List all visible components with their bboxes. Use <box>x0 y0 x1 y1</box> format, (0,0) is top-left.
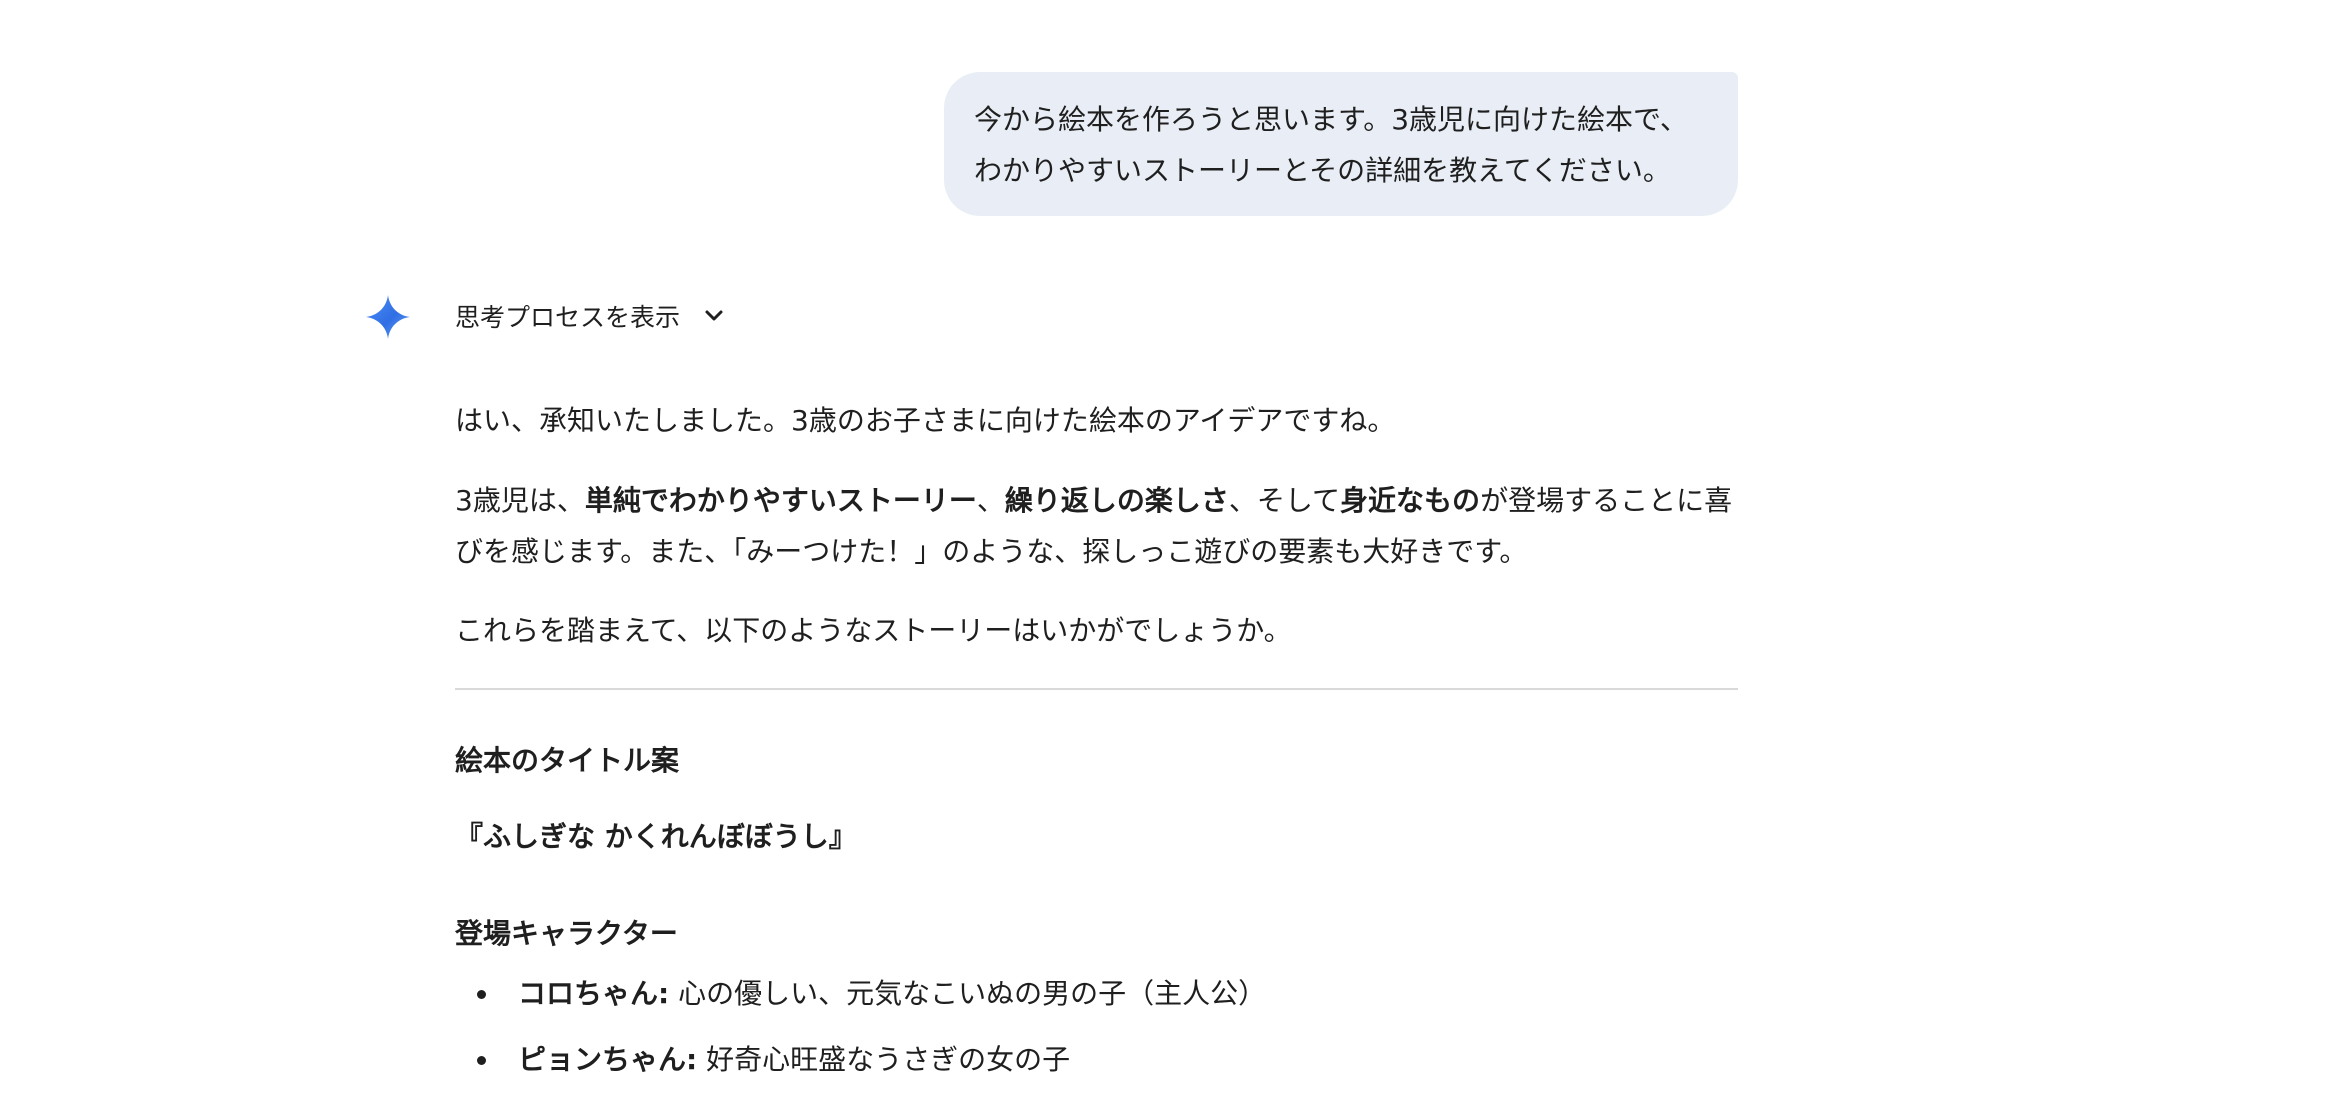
bold-text: 単純でわかりやすいストーリー <box>584 484 977 517</box>
show-thinking-toggle[interactable]: 思考プロセスを表示 <box>455 298 726 334</box>
characters-heading: 登場キャラクター <box>455 917 678 950</box>
character-list: コロちゃん: 心の優しい、元気なこいぬの男の子（主人公） ピョンちゃん: 好奇心… <box>455 968 1266 1100</box>
gemini-sparkle-icon <box>366 295 410 339</box>
chevron-down-icon <box>705 310 723 321</box>
character-description: 心の優しい、元気なこいぬの男の子（主人公） <box>669 977 1267 1010</box>
book-title: 『ふしぎな かくれんぼぼうし』 <box>455 820 857 853</box>
character-name: コロちゃん: <box>518 977 670 1010</box>
bullet-icon <box>477 1056 486 1065</box>
bold-text: 身近なもの <box>1340 484 1481 517</box>
text: 、 <box>976 484 1005 517</box>
list-item: コロちゃん: 心の優しい、元気なこいぬの男の子（主人公） <box>455 968 1266 1034</box>
divider <box>455 688 1738 690</box>
user-message-bubble: 今から絵本を作ろうと思います。3歳児に向けた絵本で、 わかりやすいストーリーとそ… <box>944 72 1738 216</box>
response-paragraph: これらを踏まえて、以下のようなストーリーはいかがでしょうか。 <box>455 614 1292 647</box>
show-thinking-label: 思考プロセスを表示 <box>455 303 681 332</box>
bullet-icon <box>477 990 486 999</box>
bold-text: 繰り返しの楽しさ <box>1004 484 1229 517</box>
response-intro: はい、承知いたしました。3歳のお子さまに向けた絵本のアイデアですね。 <box>455 404 1396 437</box>
character-description: 好奇心旺盛なうさぎの女の子 <box>697 1043 1071 1076</box>
text: 3歳児は、 <box>455 484 585 517</box>
title-heading: 絵本のタイトル案 <box>455 744 680 777</box>
text: 、そして <box>1228 484 1341 517</box>
user-message-line: わかりやすいストーリーとその詳細を教えてください。 <box>974 154 1671 187</box>
character-name: ピョンちゃん: <box>518 1043 698 1076</box>
response-paragraph: 3歳児は、単純でわかりやすいストーリー、繰り返しの楽しさ、そして身近なものが登場… <box>455 475 1740 577</box>
list-item: ピョンちゃん: 好奇心旺盛なうさぎの女の子 <box>455 1034 1266 1100</box>
user-message-line: 今から絵本を作ろうと思います。3歳児に向けた絵本で、 <box>974 103 1688 136</box>
